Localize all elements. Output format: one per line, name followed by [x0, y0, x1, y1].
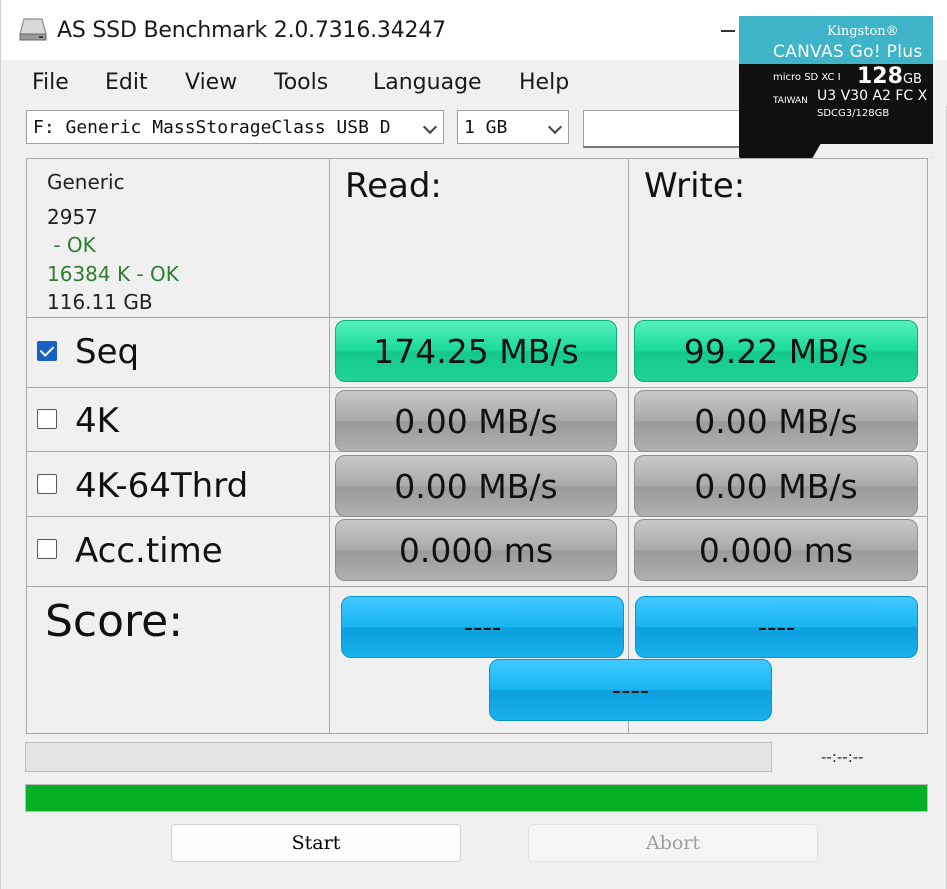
menu-help[interactable]: Help [519, 70, 569, 95]
grid-divider [26, 317, 928, 318]
seq-checkbox[interactable] [37, 341, 57, 361]
read-header: Read: [345, 166, 442, 206]
acctime-write-result: 0.000 ms [634, 519, 918, 581]
grid-divider [329, 158, 330, 734]
card-format: micro SD XC I [773, 72, 841, 83]
status-field[interactable] [583, 110, 743, 148]
4k64-label: 4K-64Thrd [75, 466, 249, 506]
menu-language[interactable]: Language [373, 70, 482, 95]
drive-capacity: 116.11 GB [47, 290, 153, 314]
driver-status: - OK [47, 233, 96, 257]
start-button[interactable]: Start [171, 824, 461, 862]
4k-label: 4K [75, 401, 119, 441]
card-speed-marks: U3 V30 A2 FC X [817, 88, 928, 104]
acctime-checkbox[interactable] [37, 539, 57, 559]
seq-label: Seq [75, 332, 140, 372]
abort-button[interactable]: Abort [528, 824, 818, 862]
test-progress-bar [25, 742, 772, 772]
card-capacity-value: 128 [857, 64, 903, 89]
4k-read-result: 0.00 MB/s [335, 390, 617, 452]
score-total: ---- [489, 659, 772, 721]
card-model: SDCG3/128GB [817, 108, 890, 119]
menu-view[interactable]: View [185, 70, 237, 95]
menu-file[interactable]: File [32, 70, 69, 95]
card-brand: Kingston® [827, 24, 899, 39]
4k-write-result: 0.00 MB/s [634, 390, 918, 452]
4k64-checkbox[interactable] [37, 474, 57, 494]
size-select-value: 1 GB [464, 117, 508, 138]
sd-card-image: Kingston® CANVAS Go! Plus 128GB micro SD… [739, 16, 933, 158]
seq-read-result: 174.25 MB/s [335, 320, 617, 382]
app-window: AS SSD Benchmark 2.0.7316.34247 File Edi… [0, 0, 947, 889]
window-title: AS SSD Benchmark 2.0.7316.34247 [57, 18, 446, 43]
menu-edit[interactable]: Edit [105, 70, 148, 95]
drive-select[interactable]: F: Generic MassStorageClass USB D [26, 110, 444, 144]
card-capacity-unit: GB [902, 72, 922, 87]
drive-select-value: F: Generic MassStorageClass USB D [33, 117, 391, 138]
overall-progress-fill [26, 785, 927, 811]
chevron-down-icon [547, 119, 563, 135]
seq-write-result: 99.22 MB/s [634, 320, 918, 382]
score-write: ---- [635, 596, 918, 658]
grid-divider [26, 387, 928, 388]
score-label: Score: [45, 596, 184, 647]
overall-progress-bar [25, 784, 928, 812]
grid-divider [628, 158, 629, 734]
4k64-read-result: 0.00 MB/s [335, 455, 617, 517]
card-product: CANVAS Go! Plus [773, 42, 923, 62]
chevron-down-icon [422, 119, 438, 135]
drive-firmware: 2957 [47, 205, 98, 229]
minimize-icon[interactable] [721, 30, 735, 32]
card-capacity: 128GB [857, 64, 922, 89]
score-read: ---- [341, 596, 624, 658]
4k-checkbox[interactable] [37, 409, 57, 429]
write-header: Write: [644, 166, 746, 206]
4k64-write-result: 0.00 MB/s [634, 455, 918, 517]
drive-vendor: Generic [47, 170, 125, 194]
elapsed-time: --:--:-- [821, 748, 864, 766]
card-notch [809, 144, 933, 158]
alignment-status: 16384 K - OK [47, 262, 179, 286]
drive-app-icon [19, 18, 47, 41]
acctime-label: Acc.time [75, 531, 223, 571]
size-select[interactable]: 1 GB [457, 110, 569, 144]
grid-divider [26, 586, 928, 587]
card-origin: TAIWAN [773, 96, 808, 106]
acctime-read-result: 0.000 ms [335, 519, 617, 581]
menu-tools[interactable]: Tools [274, 70, 328, 95]
